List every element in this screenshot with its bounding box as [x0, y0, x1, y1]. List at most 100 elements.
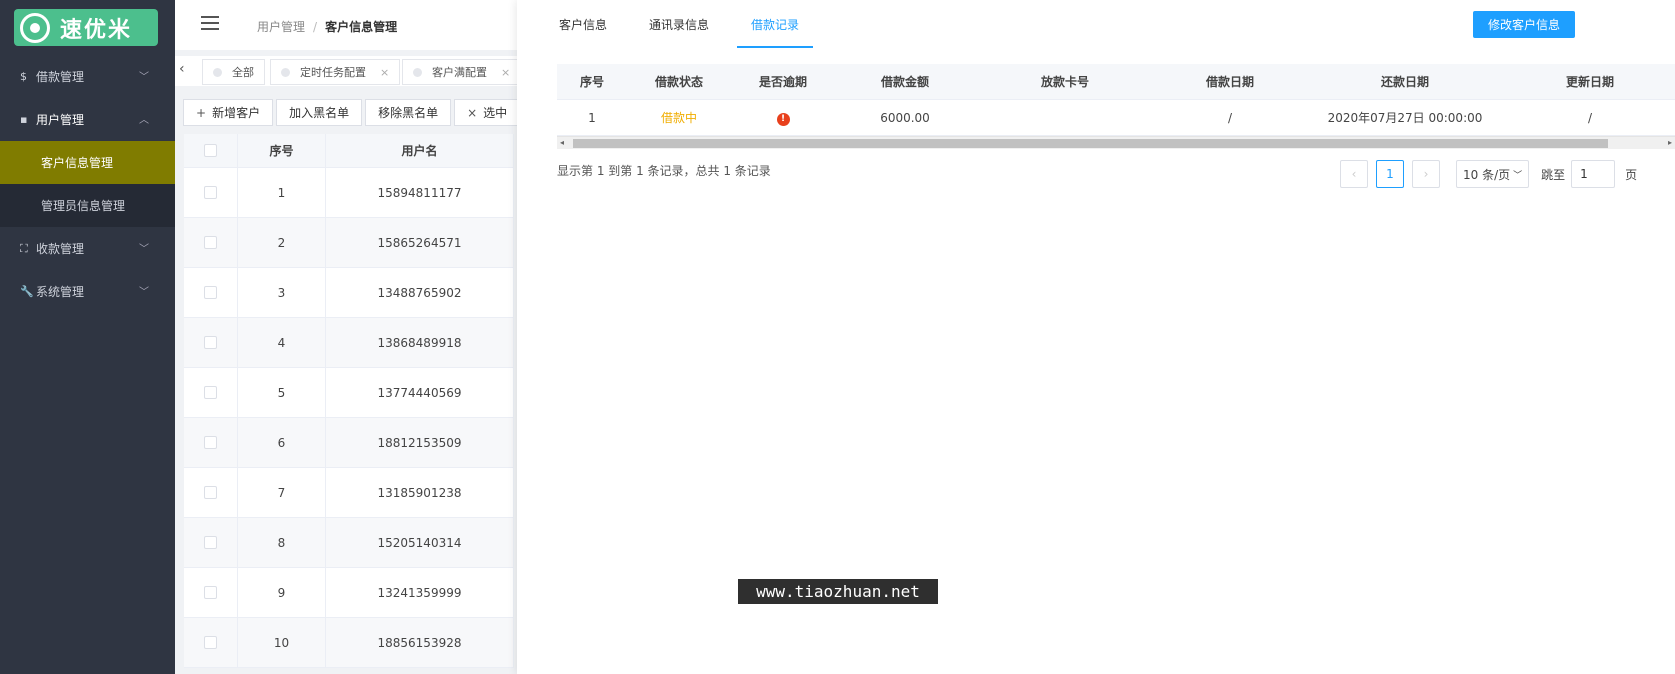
table-row[interactable]: 10 18856153928	[184, 618, 514, 668]
sidebar-item-label: 系统管理	[36, 285, 85, 299]
sidebar: 速优米 $ 借款管理 ﹀ ▪ 用户管理 ︿ 客户信息管理 管理员信息管理 ⛶ 收…	[0, 0, 175, 674]
row-index: 1	[238, 168, 326, 217]
breadcrumb-separator: /	[313, 20, 318, 34]
row-checkbox-cell	[184, 168, 238, 217]
customer-toolbar: + 新增客户 加入黑名单 移除黑名单 × 选中	[183, 99, 523, 127]
table-row[interactable]: 3 13488765902	[184, 268, 514, 318]
column-header-repay-date: 还款日期	[1380, 75, 1429, 89]
user-group-icon: ▪	[20, 113, 28, 126]
row-loan-status: 借款中	[660, 111, 697, 125]
page-tab-all[interactable]: 全部	[202, 59, 265, 85]
table-row[interactable]: 7 13185901238	[184, 468, 514, 518]
page-size-value: 10 条/页	[1463, 167, 1511, 182]
selected-label: 选中	[483, 106, 508, 120]
table-row[interactable]: 9 13241359999	[184, 568, 514, 618]
jump-page-input[interactable]	[1571, 160, 1616, 188]
scrollbar-thumb[interactable]	[573, 139, 1608, 148]
page-tab-customer-config[interactable]: 客户满配置 ×	[402, 59, 522, 85]
pagination-info: 显示第 1 到第 1 条记录，总共 1 条记录	[557, 164, 771, 178]
breadcrumb-parent[interactable]: 用户管理	[257, 20, 305, 34]
row-checkbox[interactable]	[204, 486, 217, 499]
column-header-loan-date: 借款日期	[1205, 75, 1254, 89]
sidebar-item-loan-management[interactable]: $ 借款管理 ﹀	[0, 55, 175, 98]
remove-blacklist-label: 移除黑名单	[378, 106, 439, 120]
row-index: 1	[588, 110, 596, 125]
close-icon[interactable]: ×	[501, 66, 510, 79]
row-checkbox[interactable]	[204, 386, 217, 399]
row-checkbox[interactable]	[204, 236, 217, 249]
scroll-left-icon[interactable]: ◂	[560, 138, 564, 147]
table-row[interactable]: 8 15205140314	[184, 518, 514, 568]
row-checkbox[interactable]	[204, 436, 217, 449]
row-checkbox[interactable]	[204, 186, 217, 199]
column-header-card-number: 放款卡号	[1040, 75, 1089, 89]
sidebar-subitem-admin-info[interactable]: 管理员信息管理	[0, 184, 175, 227]
row-checkbox[interactable]	[204, 536, 217, 549]
table-row[interactable]: 1 15894811177	[184, 168, 514, 218]
sidebar-item-collection-management[interactable]: ⛶ 收款管理 ﹀	[0, 227, 175, 270]
next-page-button[interactable]: ›	[1412, 160, 1440, 188]
brand-name: 速优米	[60, 17, 133, 43]
row-checkbox-cell	[184, 468, 238, 517]
row-username: 15205140314	[326, 518, 514, 567]
row-index: 9	[238, 568, 326, 617]
jump-label: 跳至	[1541, 167, 1566, 182]
edit-customer-button[interactable]: 修改客户信息	[1473, 11, 1575, 38]
row-checkbox[interactable]	[204, 286, 217, 299]
tab-loan-records[interactable]: 借款记录	[737, 0, 814, 48]
tabs-scroll-left-icon[interactable]: ‹	[179, 61, 185, 77]
column-header-index: 序号	[579, 75, 604, 89]
chevron-down-icon: ﹀	[1513, 170, 1523, 181]
chevron-down-icon: ﹀	[139, 72, 149, 83]
column-header-update-date: 更新日期	[1565, 75, 1614, 89]
tab-customer-info[interactable]: 客户信息	[559, 0, 607, 48]
page-unit-label: 页	[1625, 167, 1638, 182]
column-header-username: 用户名	[326, 134, 514, 167]
scroll-right-icon[interactable]: ▸	[1668, 138, 1672, 147]
table-row[interactable]: 4 13868489918	[184, 318, 514, 368]
table-row[interactable]: 1 借款中 ! 6000.00 / 2020年07月27日 00:00:00 /	[557, 100, 1675, 136]
row-repay-date: 2020年07月27日 00:00:00	[1327, 111, 1483, 125]
row-username: 13774440569	[326, 368, 514, 417]
row-username: 18812153509	[326, 418, 514, 467]
row-checkbox[interactable]	[204, 336, 217, 349]
add-customer-button[interactable]: + 新增客户	[183, 99, 274, 126]
logo-icon	[20, 12, 50, 43]
alert-icon: !	[776, 112, 790, 126]
page-size-select[interactable]: 10 条/页 ﹀	[1456, 160, 1530, 188]
row-index: 6	[238, 418, 326, 467]
tab-dot-icon	[413, 67, 422, 77]
row-checkbox-cell	[184, 368, 238, 417]
horizontal-scrollbar[interactable]: ◂ ▸	[557, 136, 1675, 149]
prev-page-button[interactable]: ‹	[1340, 160, 1368, 188]
remove-blacklist-button[interactable]: 移除黑名单	[365, 99, 452, 126]
tab-contacts-info[interactable]: 通讯录信息	[649, 0, 709, 48]
row-checkbox[interactable]	[204, 636, 217, 649]
sidebar-subitem-customer-info[interactable]: 客户信息管理	[0, 141, 175, 184]
table-row[interactable]: 6 18812153509	[184, 418, 514, 468]
table-row[interactable]: 2 15865264571	[184, 218, 514, 268]
table-row[interactable]: 5 13774440569	[184, 368, 514, 418]
sidebar-item-system-management[interactable]: 🔧 系统管理 ﹀	[0, 270, 175, 313]
row-checkbox-cell	[184, 318, 238, 367]
selected-button[interactable]: × 选中	[454, 99, 521, 126]
row-username: 15894811177	[326, 168, 514, 217]
add-blacklist-button[interactable]: 加入黑名单	[276, 99, 363, 126]
page-tab-label: 客户满配置	[432, 66, 487, 79]
row-checkbox[interactable]	[204, 586, 217, 599]
sidebar-menu: $ 借款管理 ﹀ ▪ 用户管理 ︿ 客户信息管理 管理员信息管理 ⛶ 收款管理 …	[0, 55, 175, 313]
close-icon[interactable]: ×	[380, 66, 389, 79]
select-all-checkbox[interactable]	[204, 144, 217, 157]
table-header-row: 序号 借款状态 是否逾期 借款金额 放款卡号 借款日期 还款日期 更新日期	[557, 64, 1675, 100]
sidebar-item-user-management[interactable]: ▪ 用户管理 ︿	[0, 98, 175, 141]
page-number-button[interactable]: 1	[1376, 160, 1404, 188]
brand-logo[interactable]: 速优米	[14, 9, 158, 46]
menu-toggle-icon[interactable]	[201, 16, 219, 30]
row-checkbox-cell	[184, 218, 238, 267]
expand-icon: ⛶	[20, 241, 28, 255]
plus-icon: +	[196, 105, 207, 120]
page-tab-scheduled-task[interactable]: 定时任务配置 ×	[270, 59, 401, 85]
column-header-overdue: 是否逾期	[758, 75, 807, 89]
row-index: 5	[238, 368, 326, 417]
row-username: 15865264571	[326, 218, 514, 267]
